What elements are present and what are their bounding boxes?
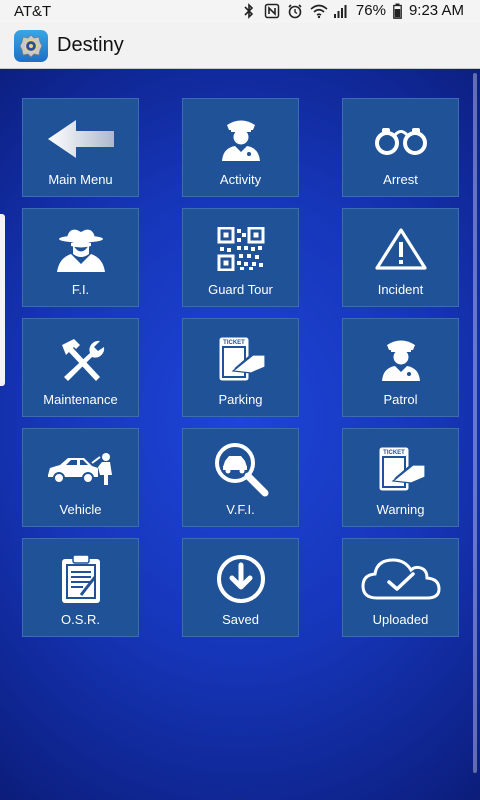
tile-label: Activity bbox=[219, 172, 262, 187]
tile-uploaded[interactable]: Uploaded bbox=[342, 538, 459, 637]
tile-vfi[interactable]: V.F.I. bbox=[182, 428, 299, 527]
police-badge-icon bbox=[14, 30, 48, 62]
tile-label: V.F.I. bbox=[226, 502, 255, 517]
back-arrow-icon bbox=[23, 107, 138, 171]
tile-arrest[interactable]: Arrest bbox=[342, 98, 459, 197]
tile-label: Guard Tour bbox=[208, 282, 273, 297]
tile-label: Incident bbox=[377, 282, 424, 297]
tile-patrol[interactable]: Patrol bbox=[342, 318, 459, 417]
tile-activity[interactable]: Activity bbox=[182, 98, 299, 197]
wifi-icon bbox=[310, 3, 328, 19]
alarm-icon bbox=[287, 3, 303, 19]
tile-label: Saved bbox=[222, 612, 259, 627]
detective-icon bbox=[23, 217, 138, 281]
tile-label: Patrol bbox=[383, 392, 418, 407]
nfc-icon bbox=[264, 3, 280, 19]
tile-label: Vehicle bbox=[59, 502, 102, 517]
parking-ticket-icon: TICKET bbox=[183, 327, 298, 391]
tile-label: Main Menu bbox=[48, 172, 113, 187]
cloud-check-icon bbox=[343, 547, 458, 611]
download-circle-icon bbox=[183, 547, 298, 611]
handcuffs-icon bbox=[343, 107, 458, 171]
warning-triangle-icon bbox=[343, 217, 458, 281]
ticket-text: TICKET bbox=[223, 340, 245, 346]
status-bar: AT&T 76% 9:23 AM bbox=[0, 0, 480, 24]
tile-main-menu[interactable]: Main Menu bbox=[22, 98, 139, 197]
tile-guard-tour[interactable]: Guard Tour bbox=[182, 208, 299, 307]
status-icons: 76% 9:23 AM bbox=[241, 2, 464, 19]
tile-label: Parking bbox=[218, 392, 263, 407]
tile-osr[interactable]: O.S.R. bbox=[22, 538, 139, 637]
tile-vehicle[interactable]: Vehicle bbox=[22, 428, 139, 527]
app-bar: Destiny bbox=[0, 24, 480, 69]
clock-time: 9:23 AM bbox=[408, 2, 464, 19]
app-title: Destiny bbox=[57, 34, 124, 56]
tile-maintenance[interactable]: Maintenance bbox=[22, 318, 139, 417]
tile-label: Arrest bbox=[383, 172, 418, 187]
qr-code-icon bbox=[183, 217, 298, 281]
scrollbar[interactable] bbox=[473, 73, 477, 773]
battery-percent: 76% bbox=[355, 2, 386, 19]
tile-label: Maintenance bbox=[43, 392, 118, 407]
tile-parking[interactable]: TICKET Parking bbox=[182, 318, 299, 417]
bluetooth-icon bbox=[241, 2, 257, 19]
tile-fi[interactable]: F.I. bbox=[22, 208, 139, 307]
tile-label: Uploaded bbox=[372, 612, 429, 627]
signal-icon bbox=[333, 3, 349, 19]
clipboard-icon bbox=[23, 547, 138, 611]
tile-label: F.I. bbox=[71, 282, 90, 297]
car-search-icon bbox=[183, 437, 298, 501]
warning-ticket-icon: TICKET bbox=[343, 437, 458, 501]
main-menu-panel: Main Menu Activity Arrest F.I. Guard Tou… bbox=[0, 69, 480, 800]
tile-saved[interactable]: Saved bbox=[182, 538, 299, 637]
tile-warning[interactable]: TICKET Warning bbox=[342, 428, 459, 527]
side-drawer-handle[interactable] bbox=[0, 214, 5, 386]
patrol-officer-icon bbox=[343, 327, 458, 391]
car-repair-icon bbox=[23, 437, 138, 501]
battery-icon bbox=[393, 3, 402, 19]
tools-icon bbox=[23, 327, 138, 391]
carrier-name: AT&T bbox=[14, 3, 52, 20]
tile-label: O.S.R. bbox=[60, 612, 100, 627]
police-officer-icon bbox=[183, 107, 298, 171]
tile-incident[interactable]: Incident bbox=[342, 208, 459, 307]
ticket-text: TICKET bbox=[383, 450, 405, 456]
tile-label: Warning bbox=[376, 502, 425, 517]
